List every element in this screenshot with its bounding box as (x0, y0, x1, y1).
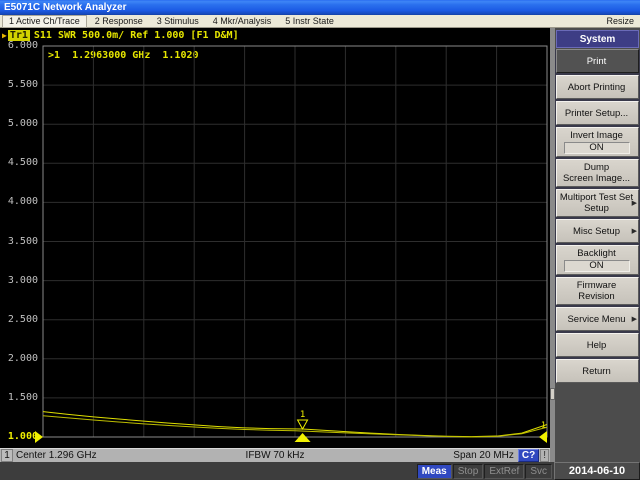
channel-status-bar: 1 Center 1.296 GHz IFBW 70 kHz Span 20 M… (0, 448, 550, 462)
toggle-state: ON (564, 260, 630, 272)
window-title: E5071C Network Analyzer (4, 2, 126, 13)
marker-number-label: 1 (300, 410, 305, 420)
sidebar-button-backlight[interactable]: BacklightON (556, 245, 639, 275)
sidebar-button-multiport-test-set-setup[interactable]: Multiport Test SetSetup ▶ (556, 189, 639, 217)
marker-triangle[interactable] (298, 420, 308, 429)
sidebar-button-service-menu[interactable]: Service Menu ▶ (556, 307, 639, 331)
menu-item-1[interactable]: 1 Active Ch/Trace (2, 15, 87, 28)
sidebar-button-dump-screen-image[interactable]: DumpScreen Image... (556, 159, 639, 187)
toggle-state: ON (564, 142, 630, 154)
sidebar-button-label: Setup (584, 203, 609, 214)
status-extref-badge: ExtRef (484, 464, 524, 479)
sidebar-button-label: Print (587, 56, 607, 67)
sidebar-button-return[interactable]: Return (556, 359, 639, 383)
sidebar-button-label: Invert Image (570, 130, 623, 141)
calibration-status-badge: C? (518, 449, 539, 462)
sidebar-button-help[interactable]: Help (556, 333, 639, 357)
app-window: E5071C Network Analyzer 1 Active Ch/Trac… (0, 0, 640, 480)
sidebar-button-label: Return (582, 366, 611, 377)
warning-badge: ! (540, 449, 549, 462)
softkey-menu: System Print Abort Printing Printer Setup.… (555, 28, 640, 462)
datetime-display: 2014-06-10 00:13 (554, 462, 640, 480)
edge-marker-number-label: 1 (541, 420, 546, 429)
span-label: Span 20 MHz (453, 450, 514, 461)
sidebar-button-label: Help (587, 340, 607, 351)
sidebar-button-label: Abort Printing (568, 82, 626, 93)
menu-bar: 1 Active Ch/Trace2 Response3 Stimulus4 M… (0, 15, 640, 28)
sidebar-button-label: Revision (578, 291, 614, 302)
sidebar-button-label: Dump (584, 162, 609, 173)
plot-area[interactable]: 11 (0, 28, 550, 448)
status-stop-badge: Stop (453, 464, 484, 479)
status-meas-badge: Meas (417, 464, 452, 479)
sidebar-button-label: Misc Setup (573, 226, 620, 237)
sidebar-button-label: Service Menu (567, 314, 625, 325)
sidebar-button-label: Multiport Test Set (560, 192, 633, 203)
sidebar-button-abort-printing[interactable]: Abort Printing (556, 75, 639, 99)
reference-level-arrow-left (35, 431, 43, 443)
sidebar-button-print[interactable]: Print (556, 49, 639, 73)
sidebar-button-firmware-revision[interactable]: FirmwareRevision (556, 277, 639, 305)
menu-item-2[interactable]: 2 Response (89, 16, 149, 27)
sidebar-button-label: Screen Image... (563, 173, 630, 184)
sidebar-button-misc-setup[interactable]: Misc Setup ▶ (556, 219, 639, 243)
sidebar-button-label: Printer Setup... (565, 108, 628, 119)
menu-items: 1 Active Ch/Trace2 Response3 Stimulus4 M… (0, 15, 340, 27)
sidebar-button-label: Firmware (577, 280, 617, 291)
submenu-arrow-icon: ▶ (632, 227, 637, 235)
softkey-menu-title: System (556, 30, 639, 48)
submenu-arrow-icon: ▶ (632, 315, 637, 323)
reference-level-arrow-right (539, 431, 547, 443)
softkey-buttons: Print Abort Printing Printer Setup... Inver… (555, 49, 640, 383)
sidebar-button-invert-image[interactable]: Invert ImageON (556, 127, 639, 157)
status-svc-badge: Svc (525, 464, 552, 479)
menu-item-4[interactable]: 4 Mkr/Analysis (207, 16, 278, 27)
instrument-status-bar: Meas Stop ExtRef Svc 2014-06-10 00:13 (0, 462, 640, 480)
menu-item-3[interactable]: 3 Stimulus (151, 16, 205, 27)
menu-item-resize[interactable]: Resize (600, 16, 640, 27)
menu-item-5[interactable]: 5 Instr State (279, 16, 340, 27)
sidebar-button-label: Backlight (577, 248, 616, 259)
sidebar-button-printer-setup[interactable]: Printer Setup... (556, 101, 639, 125)
title-bar: E5071C Network Analyzer (0, 0, 640, 15)
instrument-screen: ▶ Tr1 S11 SWR 500.0m/ Ref 1.000 [F1 D&M]… (0, 28, 550, 448)
submenu-arrow-icon: ▶ (632, 199, 637, 207)
